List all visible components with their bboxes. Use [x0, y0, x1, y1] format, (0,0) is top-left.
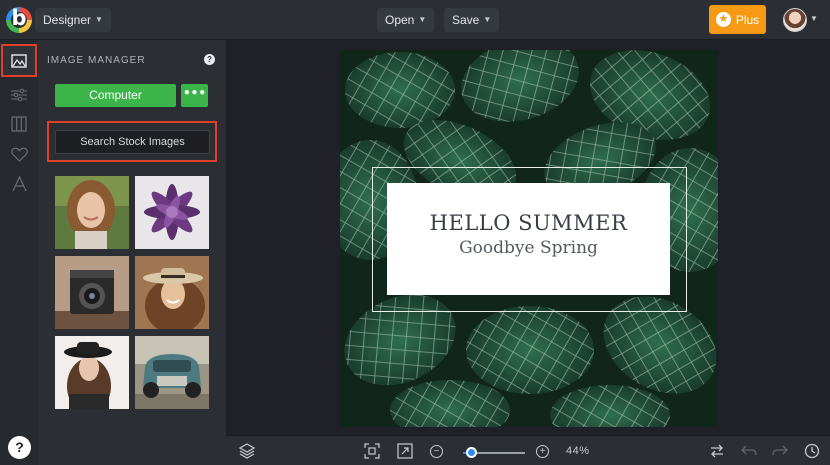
upload-computer-button[interactable]: Computer [55, 84, 176, 107]
zoom-out-button[interactable]: − [430, 445, 443, 458]
more-sources-button[interactable]: ••• [181, 84, 208, 107]
star-icon: ★ [715, 12, 731, 27]
rail-item-text[interactable] [4, 171, 34, 197]
left-tool-rail: ? [0, 40, 38, 465]
app-logo[interactable]: b [6, 6, 32, 33]
plus-label: Plus [735, 12, 760, 27]
heart-icon [10, 147, 28, 162]
zoom-slider-handle[interactable] [465, 447, 477, 458]
fit-to-screen-icon[interactable] [364, 443, 380, 459]
redo-icon[interactable] [772, 443, 788, 459]
save-button[interactable]: Save ▼ [444, 8, 500, 32]
thumbnail-vintage-car[interactable] [135, 336, 209, 409]
panel-help-icon[interactable]: ? [204, 54, 215, 65]
history-clock-icon[interactable] [804, 443, 820, 459]
canvas-subheadline[interactable]: Goodbye Spring [387, 238, 670, 258]
chevron-down-icon: ▼ [95, 15, 103, 24]
design-workspace: HELLO SUMMER Goodbye Spring [226, 40, 830, 435]
columns-icon [11, 116, 27, 132]
chevron-down-icon: ▼ [483, 15, 492, 24]
logo-letter: b [11, 6, 27, 30]
rail-item-layout[interactable] [4, 111, 34, 137]
thumbnail-woman-with-hat[interactable] [135, 256, 209, 329]
swap-icon[interactable] [709, 443, 725, 459]
open-label: Open [385, 13, 415, 27]
bottom-toolbar: − + 44% [226, 435, 830, 465]
rail-item-image-manager[interactable] [1, 44, 37, 77]
designer-mode-label: Designer [43, 13, 92, 27]
zoom-level-label: 44% [566, 445, 590, 457]
thumbnail-woman-in-black-hat[interactable] [55, 336, 129, 409]
rail-item-adjustments[interactable] [4, 82, 34, 108]
user-avatar[interactable] [783, 8, 807, 32]
thumbnail-woman-portrait[interactable] [55, 176, 129, 249]
save-label: Save [452, 13, 480, 27]
rail-item-favorites[interactable] [4, 141, 34, 167]
designer-mode-button[interactable]: Designer ▼ [35, 8, 111, 32]
canvas-headline[interactable]: HELLO SUMMER [387, 211, 670, 235]
search-stock-images-button[interactable]: Search Stock Images [55, 130, 210, 154]
help-button[interactable]: ? [8, 436, 31, 459]
undo-icon[interactable] [741, 443, 757, 459]
design-canvas[interactable]: HELLO SUMMER Goodbye Spring [340, 50, 718, 427]
top-bar: b Designer ▼ Open ▼ Save ▼ ★ Plus ▼ [0, 0, 830, 40]
panel-title: IMAGE MANAGER [47, 55, 146, 66]
text-icon [11, 176, 27, 192]
image-icon [11, 53, 27, 68]
plus-upgrade-button[interactable]: ★ Plus [709, 5, 766, 34]
layers-icon[interactable] [239, 443, 255, 459]
sliders-icon [11, 88, 27, 102]
chevron-down-icon[interactable]: ▼ [810, 14, 818, 23]
thumbnail-vintage-camera[interactable] [55, 256, 129, 329]
thumbnail-purple-succulent[interactable] [135, 176, 209, 249]
zoom-in-button[interactable]: + [536, 445, 549, 458]
text-card[interactable]: HELLO SUMMER Goodbye Spring [387, 183, 670, 295]
expand-icon[interactable] [397, 443, 413, 459]
image-manager-panel: IMAGE MANAGER ? Computer ••• Search Stoc… [38, 40, 226, 465]
chevron-down-icon: ▼ [418, 15, 427, 24]
open-button[interactable]: Open ▼ [377, 8, 435, 32]
